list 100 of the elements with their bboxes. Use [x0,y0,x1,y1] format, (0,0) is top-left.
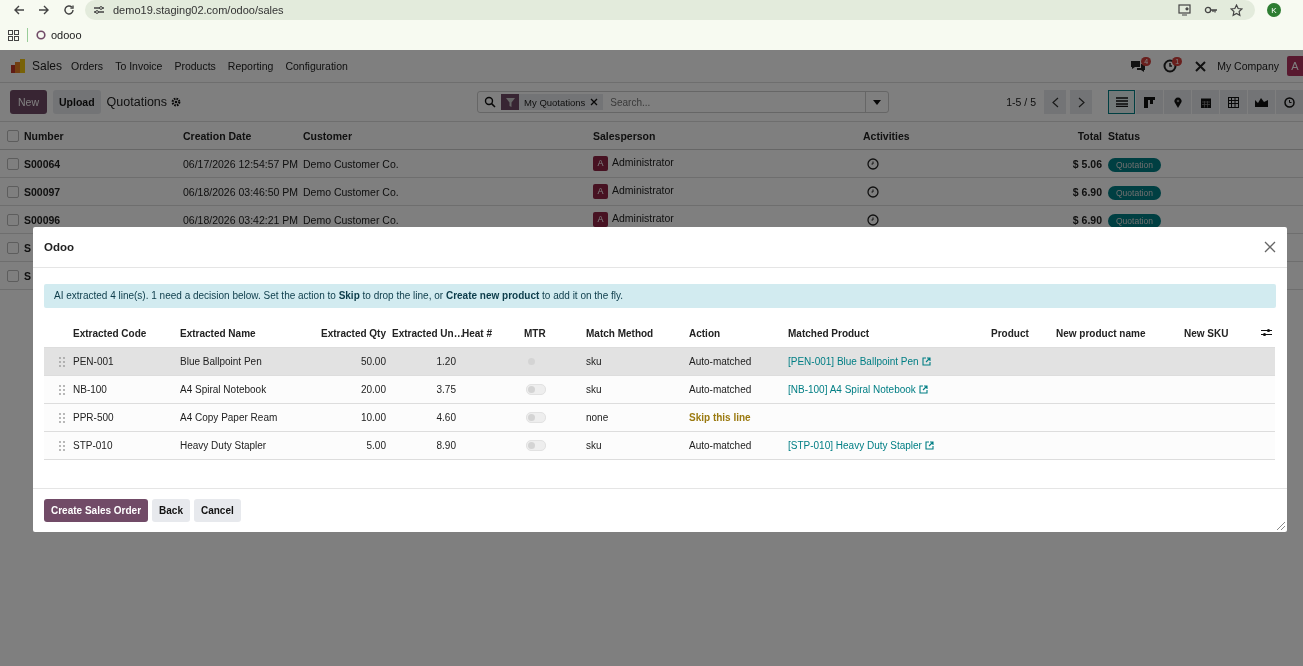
extracted-unit-price: 4.60 [436,412,456,423]
matched-product-link[interactable]: [STP-010] Heavy Duty Stapler [788,440,934,451]
column-header[interactable]: Matched Product [785,320,988,348]
next-button[interactable] [1070,90,1092,114]
column-header[interactable]: Extracted Qty [314,320,389,348]
action-value: Auto-matched [689,384,752,395]
tools-icon[interactable] [1194,59,1208,73]
extracted-unit-price: 3.75 [436,384,456,395]
bookmark[interactable]: odooo [36,29,82,41]
list-view-button[interactable] [1108,90,1135,114]
matched-product-link[interactable]: [NB-100] A4 Spiral Notebook [788,384,928,395]
drag-handle-icon[interactable] [59,413,65,424]
extracted-quantity: 20.00 [360,384,386,395]
status-tag: Quotation [1108,157,1161,172]
salesperson-name: Administrator [612,212,674,224]
app-logo-icon[interactable] [10,58,26,74]
dialog-button[interactable]: Cancel [193,499,241,522]
extracted-unit-price: 1.20 [436,356,456,367]
column-header[interactable]: Product [988,320,1053,348]
activity-view-button[interactable] [1276,90,1303,114]
menu-item[interactable]: Reporting [227,60,274,72]
messages-icon[interactable] [1130,59,1147,73]
column-header[interactable]: Activities [860,122,1000,150]
extracted-name: Blue Ballpoint Pen [180,356,262,367]
order-number: S00064 [24,149,180,178]
salesperson-avatar: A [593,184,608,199]
upload-button[interactable]: Upload [53,90,101,114]
salesperson-avatar: A [593,156,608,171]
menu-item[interactable]: Products [174,60,216,72]
mtr-toggle[interactable] [526,384,546,396]
install-icon[interactable] [1178,4,1192,16]
drag-handle-icon[interactable] [59,385,65,396]
search-input[interactable]: Search... [608,95,861,109]
activity-clock-icon[interactable] [867,214,879,227]
gear-icon[interactable] [171,97,182,107]
row-checkbox[interactable] [7,214,19,227]
menu-item[interactable]: To Invoice [115,60,163,72]
create-sales-order-button[interactable]: Create Sales Order [44,499,149,522]
column-header[interactable]: Creation Date [180,122,300,150]
dialog-title: Odoo [44,241,75,253]
filter-facet[interactable]: My Quotations [501,94,604,110]
star-icon[interactable] [1230,3,1243,17]
column-settings-icon[interactable] [1261,327,1272,338]
mtr-toggle[interactable] [526,440,546,452]
order-total: $ 6.90 [1072,213,1102,226]
pivot-view-button[interactable] [1220,90,1247,114]
remove-icon[interactable] [590,98,599,106]
activity-clock-icon[interactable] [867,186,879,199]
drag-handle-icon[interactable] [59,357,65,368]
extracted-code: NB-100 [73,384,107,395]
search-icon[interactable] [484,96,497,108]
page-title: Quotations [106,95,168,109]
app-name[interactable]: Sales [32,59,63,73]
row-checkbox[interactable] [7,270,19,283]
company-switcher[interactable]: My Company [1217,60,1279,72]
column-header[interactable]: Total [1000,122,1105,150]
row-checkbox[interactable] [7,242,19,255]
address-bar[interactable]: demo19.staging02.com/odoo/sales [85,0,1255,20]
profile-avatar[interactable]: K [1267,3,1281,17]
column-header[interactable]: Extracted Code [70,320,177,348]
menu-item[interactable]: Orders [71,60,104,72]
column-header[interactable]: Status [1105,122,1303,150]
column-header[interactable]: Action [686,320,785,348]
activity-clock-icon[interactable] [867,158,879,171]
clock-icon [1284,96,1295,108]
menu-item[interactable]: Configuration [285,60,348,72]
salesperson-name: Administrator [612,184,674,196]
column-header[interactable]: Salesperson [590,122,860,150]
filter-icon [501,94,520,110]
column-header[interactable]: Extracted Name [177,320,314,348]
column-header[interactable]: New product name [1053,320,1181,348]
select-all-checkbox[interactable] [7,130,19,143]
dialog-button[interactable]: Back [152,499,190,522]
graph-view-button[interactable] [1248,90,1275,114]
status-tag: Quotation [1108,213,1161,228]
search-field[interactable]: My Quotations Search... [477,91,890,113]
salesperson-name: Administrator [612,156,674,168]
mtr-toggle[interactable] [526,412,546,424]
column-header[interactable]: Match Method [583,320,686,348]
row-checkbox[interactable] [7,186,19,199]
close-icon[interactable] [1264,241,1276,253]
apps-icon[interactable] [8,29,19,41]
row-checkbox[interactable] [7,158,19,171]
kanban-view-button[interactable] [1136,90,1163,114]
resize-handle-icon[interactable] [1277,522,1285,530]
column-header[interactable]: Number [24,122,180,150]
user-avatar[interactable]: A [1287,56,1303,76]
site-settings-icon[interactable] [93,4,105,16]
extracted-quantity: 50.00 [360,356,386,367]
calendar-view-button[interactable] [1192,90,1219,114]
previous-button[interactable] [1044,90,1066,114]
circle-icon [36,30,46,40]
drag-handle-icon[interactable] [59,441,65,452]
column-header[interactable]: MTR [521,320,583,348]
map-view-button[interactable] [1164,90,1191,114]
clock-icon[interactable] [1163,59,1178,73]
column-header[interactable]: Customer [300,122,590,150]
column-header[interactable]: New SKU [1181,320,1251,348]
key-icon[interactable] [1204,4,1218,16]
new-button[interactable]: New [10,90,47,114]
